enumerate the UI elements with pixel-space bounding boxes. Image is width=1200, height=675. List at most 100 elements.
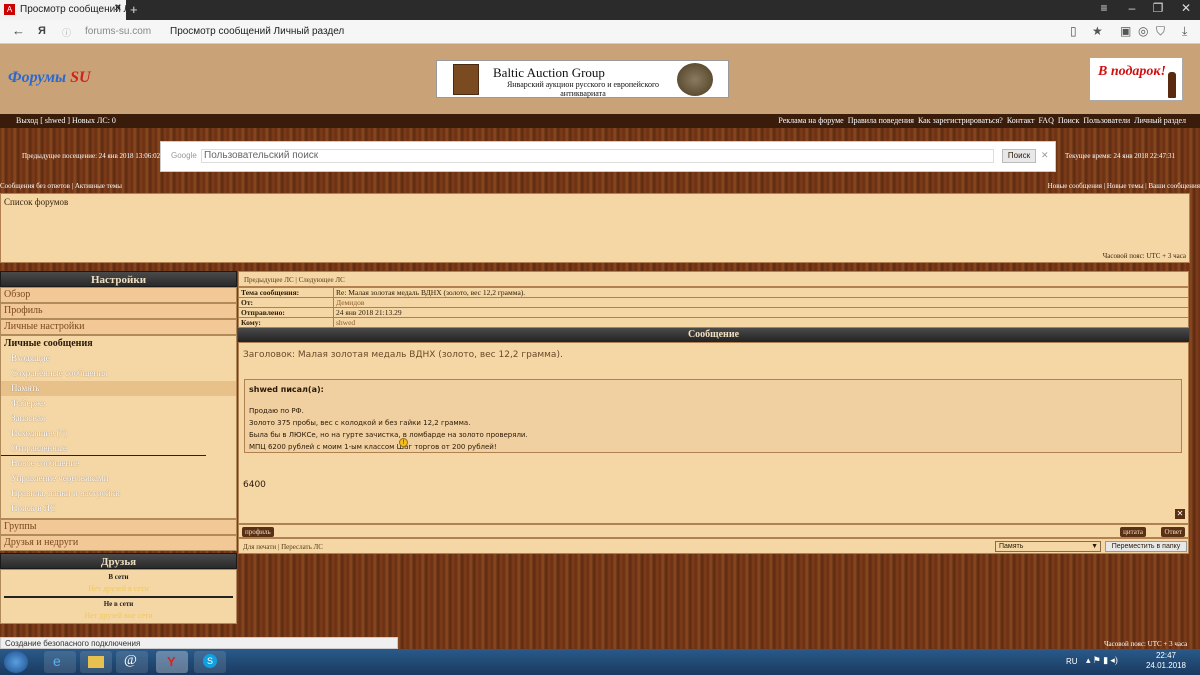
logout-link[interactable]: Выход [ shwed ] Новых ЛС: 0: [16, 116, 116, 125]
adblock-icon[interactable]: ◎: [1138, 24, 1148, 38]
explorer-icon[interactable]: [80, 651, 112, 673]
download-icon[interactable]: ⤓: [1182, 24, 1187, 39]
page-title-text[interactable]: Просмотр сообщений Личный раздел: [170, 26, 344, 37]
pm-title[interactable]: Личные сообщения: [1, 336, 236, 351]
gift-banner[interactable]: В подарок!: [1089, 57, 1183, 101]
timezone-text: Часовой пояс: UTC + 3 часа: [1102, 252, 1186, 260]
reply-button[interactable]: Ответ: [1161, 527, 1185, 537]
offline-label: Не в сети: [103, 600, 134, 608]
mail-icon[interactable]: @: [116, 651, 148, 673]
yandex-browser-icon[interactable]: Y: [156, 651, 188, 673]
maximize-button[interactable]: ❐: [1144, 1, 1172, 15]
pm-nav[interactable]: Предыдущее ЛС | Следующее ЛС: [238, 271, 1189, 287]
clear-icon[interactable]: ✕: [1041, 150, 1049, 161]
sent-value: 24 янв 2018 21:13.29: [333, 307, 1189, 318]
start-button[interactable]: [4, 651, 28, 673]
site-logo[interactable]: Форумы SU: [8, 69, 91, 87]
auction-banner[interactable]: Baltic Auction Group Январский аукцион р…: [436, 60, 729, 98]
menu-contact[interactable]: Контакт: [1007, 116, 1035, 125]
ie-icon[interactable]: e: [44, 651, 76, 673]
site-favicon-icon: A: [4, 4, 15, 15]
skype-icon[interactable]: S: [194, 651, 226, 673]
quote-button[interactable]: цитата: [1120, 527, 1146, 537]
new-posts-links[interactable]: Новые сообщения | Новые темы | Ваши сооб…: [1048, 182, 1200, 190]
menu-users[interactable]: Пользователи: [1083, 116, 1130, 125]
url-text[interactable]: forums-su.com: [85, 26, 151, 37]
action-new-message[interactable]: Новое сообщение: [1, 456, 236, 471]
from-value[interactable]: Демидов: [333, 297, 1189, 308]
search-placeholder: Пользовательский поиск: [204, 150, 319, 161]
reader-icon[interactable]: ▯: [1070, 24, 1077, 38]
top-menu-links: Реклама на форуме Правила поведения Как …: [778, 116, 1186, 125]
timezone-bottom: Часовой пояс: UTC + 3 часа: [1104, 640, 1188, 648]
folder-faberge[interactable]: Фаберже: [1, 396, 236, 411]
sidebar-item-personal-settings[interactable]: Личные настройки: [0, 319, 237, 335]
extension-icon[interactable]: ▣: [1120, 24, 1131, 38]
menu-register[interactable]: Как зарегистрироваться?: [918, 116, 1003, 125]
forum-list-panel: Список форумов Часовой пояс: UTC + 3 час…: [0, 193, 1190, 263]
top-menu: Выход [ shwed ] Новых ЛС: 0 Реклама на ф…: [0, 114, 1200, 128]
sidebar-item-overview[interactable]: Обзор: [0, 287, 237, 303]
message-footer: Для печати | Переслать ЛС Память ▼ Переме…: [238, 538, 1189, 554]
language-indicator[interactable]: RU: [1066, 657, 1078, 666]
banner-title: Baltic Auction Group: [493, 65, 605, 80]
folder-reserve[interactable]: Запасная: [1, 411, 236, 426]
from-label: От:: [238, 297, 334, 308]
close-window-button[interactable]: ✕: [1172, 1, 1200, 15]
menu-faq[interactable]: FAQ: [1038, 116, 1053, 125]
menu-icon[interactable]: ≡: [1090, 1, 1118, 15]
google-label: Google: [171, 151, 197, 160]
status-bar: Создание безопасного подключения: [0, 637, 398, 649]
shield-icon[interactable]: ⛉: [1156, 24, 1165, 39]
search-input[interactable]: [201, 149, 994, 163]
tray-icons[interactable]: ▴ ⚑ ▮ ◂): [1086, 655, 1118, 666]
folder-saved[interactable]: Сохранённые сообщения: [1, 366, 236, 381]
message-header: Сообщение: [238, 328, 1189, 342]
quote-line: Продаю по РФ.: [249, 407, 304, 415]
move-button[interactable]: Переместить в папку: [1105, 541, 1187, 552]
quote-block: shwed писал(а): Продаю по РФ. Золото 375…: [244, 379, 1182, 453]
offline-empty: Нет друзей вне сети: [84, 611, 153, 620]
action-rules[interactable]: Правила, папки и настройки: [1, 486, 236, 501]
folder-sent[interactable]: Отправленные: [1, 441, 206, 456]
gift-text: В подарок!: [1098, 64, 1166, 79]
back-icon[interactable]: ←: [12, 23, 25, 38]
menu-private[interactable]: Личный раздел: [1134, 116, 1186, 125]
lock-icon: ⓘ: [62, 28, 72, 38]
bookmark-star-icon[interactable]: ★: [1092, 24, 1103, 38]
menu-rules[interactable]: Правила поведения: [848, 116, 914, 125]
sidebar-item-profile[interactable]: Профиль: [0, 303, 237, 319]
browser-tab[interactable]: A Просмотр сообщений Лич ✕: [0, 0, 126, 20]
forum-list-link[interactable]: Список форумов: [4, 197, 68, 207]
minimize-button[interactable]: –: [1118, 1, 1146, 15]
friends-box: В сети Нет друзей в сети Не в сети Нет д…: [0, 569, 237, 624]
menu-search[interactable]: Поиск: [1058, 116, 1080, 125]
folder-outbox[interactable]: Исходящие (7): [1, 426, 236, 441]
search-button[interactable]: Поиск: [1002, 149, 1036, 163]
close-tab-icon[interactable]: ✕: [114, 3, 122, 14]
message-body: Заголовок: Малая золотая медаль ВДНХ (зо…: [238, 342, 1189, 524]
unanswered-links[interactable]: Сообщения без ответов | Активные темы: [0, 182, 122, 190]
sidebar-item-friends[interactable]: Друзья и недруги: [0, 535, 237, 551]
to-value[interactable]: shwed: [333, 317, 1189, 328]
yandex-icon[interactable]: Я: [38, 25, 46, 37]
delete-icon[interactable]: ✕: [1175, 509, 1185, 519]
action-pm-search[interactable]: Поиск в ЛС: [1, 501, 236, 516]
clock[interactable]: 22:47 24.01.2018: [1146, 651, 1186, 671]
folder-memory[interactable]: Память: [1, 381, 236, 396]
folder-select[interactable]: Память ▼: [995, 541, 1101, 552]
clock-date: 24.01.2018: [1145, 661, 1186, 670]
settings-header: Настройки: [0, 271, 237, 287]
google-search-box: Google Пользовательский поиск Поиск ✕: [160, 141, 1056, 172]
print-forward-links[interactable]: Для печати | Переслать ЛС: [243, 543, 323, 551]
new-tab-button[interactable]: +: [130, 2, 138, 17]
quote-text: Продаю по РФ. Золото 375 пробы, вес с ко…: [249, 405, 528, 453]
folder-inbox[interactable]: Входящие: [1, 351, 236, 366]
logo-accent: SU: [70, 69, 91, 86]
action-drafts[interactable]: Управление черновиками: [1, 471, 236, 486]
message-subject: Заголовок: Малая золотая медаль ВДНХ (зо…: [243, 350, 563, 360]
sidebar: Настройки Обзор Профиль Личные настройки…: [0, 271, 237, 628]
sidebar-item-groups[interactable]: Группы: [0, 519, 237, 535]
profile-button[interactable]: профиль: [242, 527, 274, 537]
menu-ads[interactable]: Реклама на форуме: [778, 116, 843, 125]
